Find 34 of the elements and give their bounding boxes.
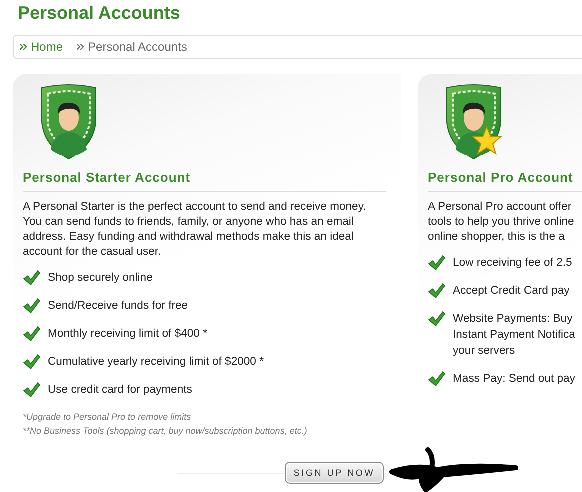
card-title: Personal Pro Account xyxy=(428,170,574,185)
home-link[interactable]: Home xyxy=(31,40,64,54)
feature-text: Low receiving fee of 2.5 xyxy=(453,256,572,271)
feature-text: Monthly receiving limit of $400 * xyxy=(48,327,208,342)
check-icon xyxy=(428,255,446,271)
feature-text: Cumulative yearly receiving limit of $2000 * xyxy=(48,355,264,370)
account-description: A Personal Pro account offer xyxy=(428,200,573,215)
footnote: *Upgrade to Personal Pro to remove limits xyxy=(23,411,192,424)
account-description: tools to help you thrive online xyxy=(428,215,576,230)
breadcrumb-current: Personal Accounts xyxy=(88,40,188,54)
double-chevron-icon xyxy=(77,44,84,50)
account-description: online shopper, this is the a xyxy=(428,230,566,245)
footnote: **No Business Tools (shopping cart, buy now/subscription buttons, etc.) xyxy=(23,425,308,438)
feature-text: Use credit card for payments xyxy=(48,383,192,398)
double-chevron-icon xyxy=(20,44,27,50)
check-icon xyxy=(23,382,41,398)
feature-text: Website Payments: Buy Instant Payment Notifica your servers xyxy=(453,312,576,359)
check-icon xyxy=(23,326,41,342)
feature-text: Shop securely online xyxy=(48,271,153,286)
page-title: Personal Accounts xyxy=(17,2,182,25)
check-icon xyxy=(428,283,446,299)
check-icon xyxy=(428,311,446,327)
feature-text: Accept Credit Card pay xyxy=(453,284,570,299)
shield-person-icon xyxy=(444,84,504,160)
feature-text: Send/Receive funds for free xyxy=(48,299,188,314)
sign-up-button[interactable]: SIGN UP NOW xyxy=(284,462,384,484)
check-icon xyxy=(23,298,41,314)
check-icon xyxy=(428,371,446,387)
check-icon xyxy=(23,270,41,286)
account-description: A Personal Starter is the perfect account to send and receive money. You can send funds to friends, family, or anyone who has an email address. Easy funding and withdrawal methods make this an ideal account for the casual user. xyxy=(23,200,368,260)
card-title: Personal Starter Account xyxy=(23,170,192,185)
check-icon xyxy=(23,354,41,370)
feature-text: Mass Pay: Send out pay xyxy=(453,372,576,387)
shield-person-icon xyxy=(39,84,99,160)
